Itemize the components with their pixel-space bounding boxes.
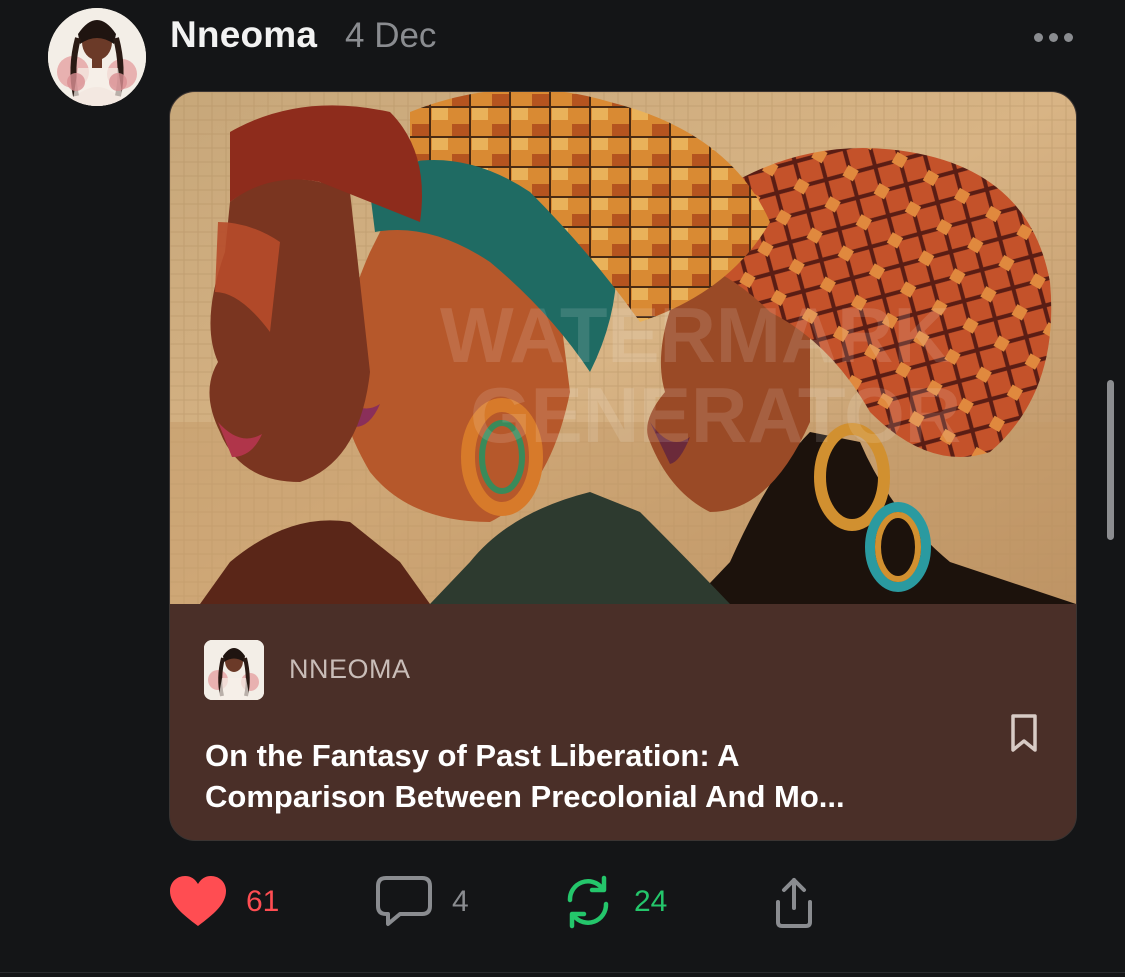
scrollbar-thumb[interactable] [1107, 380, 1114, 540]
article-card-footer: NNEOMA On the Fantasy of Past Liberation… [170, 604, 1076, 840]
article-title[interactable]: On the Fantasy of Past Liberation: A Com… [205, 735, 965, 817]
share-button[interactable] [766, 870, 822, 934]
comment-count: 4 [452, 885, 469, 918]
article-cover-image: WATERMARK GENERATOR [170, 92, 1076, 604]
svg-text:WATERMARK: WATERMARK [440, 291, 950, 379]
svg-text:GENERATOR: GENERATOR [470, 371, 961, 459]
bookmark-button[interactable] [1006, 712, 1042, 756]
comment-button[interactable]: 4 [374, 870, 469, 934]
restack-icon [567, 875, 609, 929]
publication-name[interactable]: NNEOMA [289, 654, 411, 685]
author-name[interactable]: Nneoma [170, 14, 317, 56]
more-options-button[interactable] [1026, 22, 1080, 52]
post: Nneoma 4 Dec WATERMARK GENERATOR NNEOMA … [0, 0, 1125, 977]
author-avatar[interactable] [48, 8, 146, 106]
comment-icon [376, 876, 432, 926]
share-icon [776, 878, 812, 928]
more-horizontal-icon [1033, 32, 1043, 42]
bottom-divider [0, 972, 1125, 973]
more-horizontal-icon-dot [1048, 32, 1058, 42]
article-title-line-2: Comparison Between Precolonial And Mo... [205, 779, 845, 814]
restack-count: 24 [634, 885, 668, 918]
heart-icon [170, 876, 226, 926]
avatar-illustration [48, 8, 146, 106]
article-title-line-1: On the Fantasy of Past Liberation: A [205, 738, 740, 773]
like-button[interactable]: 61 [168, 870, 279, 934]
post-date: 4 Dec [345, 16, 437, 55]
restack-button[interactable]: 24 [560, 870, 667, 934]
like-count: 61 [246, 885, 280, 918]
publication-logo [204, 640, 264, 700]
post-actions: 61 4 24 [168, 870, 868, 934]
bookmark-icon [1011, 714, 1037, 752]
article-card[interactable]: WATERMARK GENERATOR NNEOMA On the Fantas… [169, 91, 1077, 841]
more-horizontal-icon-dot [1063, 32, 1073, 42]
